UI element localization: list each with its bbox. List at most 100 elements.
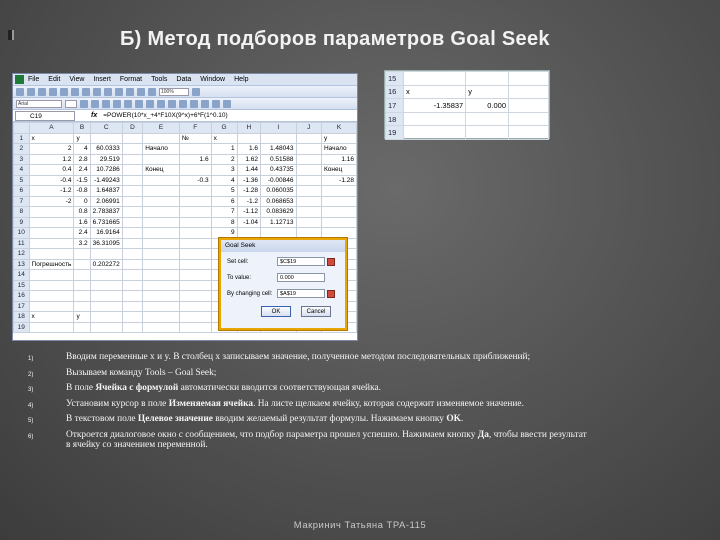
row-header[interactable]: 19 <box>385 125 404 140</box>
grid-cell[interactable] <box>402 125 467 140</box>
sum-icon[interactable] <box>126 87 134 96</box>
grid-cell[interactable] <box>28 269 75 281</box>
grid-cell[interactable]: 4 <box>210 174 238 186</box>
range-select-icon[interactable] <box>327 289 335 298</box>
column-header[interactable]: D <box>121 122 144 134</box>
grid-cell[interactable]: Конец <box>142 164 180 176</box>
italic-icon[interactable] <box>91 99 99 108</box>
column-header[interactable]: I <box>260 122 297 134</box>
bold-icon[interactable] <box>80 99 88 108</box>
grid-cell[interactable]: 4 <box>73 143 91 155</box>
row-header[interactable]: 8 <box>13 206 30 218</box>
grid-cell[interactable]: 1.62 <box>236 153 262 165</box>
row-header[interactable]: 6 <box>13 185 30 197</box>
grid-cell[interactable] <box>89 248 123 260</box>
grid-cell[interactable] <box>121 237 144 249</box>
grid-cell[interactable] <box>89 132 123 144</box>
grid-cell[interactable]: 29.519 <box>89 153 123 165</box>
grid-cell[interactable]: 1.6 <box>178 153 212 165</box>
decimal-icon[interactable] <box>179 99 187 108</box>
grid-cell[interactable] <box>142 132 180 144</box>
grid-cell[interactable]: 0.068653 <box>260 195 297 207</box>
grid-cell[interactable] <box>73 300 91 312</box>
grid-cell[interactable] <box>142 279 180 291</box>
grid-cell[interactable] <box>121 132 144 144</box>
grid-cell[interactable] <box>142 290 180 302</box>
row-header[interactable]: 11 <box>13 237 30 249</box>
grid-cell[interactable] <box>89 279 123 291</box>
grid-cell[interactable] <box>295 174 322 186</box>
align-center-icon[interactable] <box>124 99 132 108</box>
row-header[interactable]: 5 <box>13 174 30 186</box>
grid-cell[interactable]: 6 <box>210 195 238 207</box>
grid-cell[interactable] <box>320 227 357 239</box>
grid-cell[interactable]: 2.8 <box>73 153 91 165</box>
indent-icon[interactable] <box>190 99 198 108</box>
grid-cell[interactable] <box>89 321 123 333</box>
grid-cell[interactable] <box>178 185 212 197</box>
grid-cell[interactable]: -0.8 <box>73 185 91 197</box>
grid-cell[interactable]: 0.083629 <box>260 206 297 218</box>
grid-cell[interactable] <box>121 321 144 333</box>
grid-cell[interactable]: y <box>320 132 357 144</box>
grid-cell[interactable] <box>28 248 75 260</box>
grid-cell[interactable] <box>73 321 91 333</box>
grid-cell[interactable]: -2 <box>28 195 75 207</box>
grid-cell[interactable] <box>178 143 212 155</box>
underline-icon[interactable] <box>102 99 110 108</box>
range-select-icon[interactable] <box>327 257 335 266</box>
grid-cell[interactable]: 0.51588 <box>260 153 297 165</box>
grid-cell[interactable] <box>121 164 144 176</box>
grid-cell[interactable]: 0.060035 <box>260 185 297 197</box>
grid-cell[interactable] <box>121 206 144 218</box>
grid-cell[interactable] <box>295 143 322 155</box>
borders-icon[interactable] <box>201 99 209 108</box>
merge-icon[interactable] <box>146 99 154 108</box>
grid-cell[interactable]: 2 <box>210 153 238 165</box>
grid-cell[interactable]: -1.5 <box>73 174 91 186</box>
name-box[interactable]: C19 <box>15 110 75 121</box>
fill-color-icon[interactable] <box>212 99 220 108</box>
grid-cell[interactable] <box>295 227 322 239</box>
grid-cell[interactable]: x <box>28 132 75 144</box>
menu-format[interactable]: Format <box>120 76 142 83</box>
row-header[interactable]: 15 <box>13 279 30 291</box>
to-value-field[interactable]: 0.000 <box>277 273 325 282</box>
grid-cell[interactable] <box>178 269 212 281</box>
grid-cell[interactable] <box>295 195 322 207</box>
grid-cell[interactable]: y <box>465 84 509 100</box>
grid-cell[interactable]: -1.2 <box>236 195 262 207</box>
grid-cell[interactable]: 0.000 <box>465 98 509 113</box>
grid-cell[interactable]: -1.49243 <box>89 174 123 186</box>
grid-cell[interactable]: 60.0333 <box>89 143 123 155</box>
changing-cell-field[interactable]: $A$19 <box>277 289 325 298</box>
grid-cell[interactable]: y <box>73 311 91 323</box>
column-header[interactable]: K <box>320 122 357 134</box>
grid-cell[interactable]: 1.44 <box>236 164 262 176</box>
grid-cell[interactable] <box>142 237 180 249</box>
grid-cell[interactable]: 10.7286 <box>89 164 123 176</box>
row-header[interactable]: 7 <box>13 195 30 207</box>
column-header[interactable]: F <box>178 122 212 134</box>
grid-cell[interactable] <box>89 311 123 323</box>
grid-cell[interactable] <box>121 300 144 312</box>
sort-icon[interactable] <box>137 87 145 96</box>
column-header[interactable]: H <box>236 122 262 134</box>
grid-cell[interactable] <box>178 300 212 312</box>
grid-cell[interactable]: 8 <box>210 216 238 228</box>
row-header[interactable]: 18 <box>13 311 30 323</box>
grid-cell[interactable]: -1.04 <box>236 216 262 228</box>
grid-cell[interactable] <box>121 216 144 228</box>
grid-cell[interactable] <box>89 269 123 281</box>
grid-cell[interactable] <box>178 258 212 270</box>
menu-edit[interactable]: Edit <box>48 76 60 83</box>
redo-icon[interactable] <box>115 87 123 96</box>
grid-cell[interactable] <box>121 311 144 323</box>
grid-cell[interactable] <box>28 321 75 333</box>
menu-view[interactable]: View <box>69 76 84 83</box>
grid-cell[interactable]: 1.12713 <box>260 216 297 228</box>
grid-cell[interactable] <box>508 84 549 100</box>
grid-cell[interactable] <box>28 290 75 302</box>
formula-input[interactable]: =POWER(10*x_+4*F10X(9^x)+6*F(1^0.10) <box>103 112 227 119</box>
grid-cell[interactable] <box>295 153 322 165</box>
